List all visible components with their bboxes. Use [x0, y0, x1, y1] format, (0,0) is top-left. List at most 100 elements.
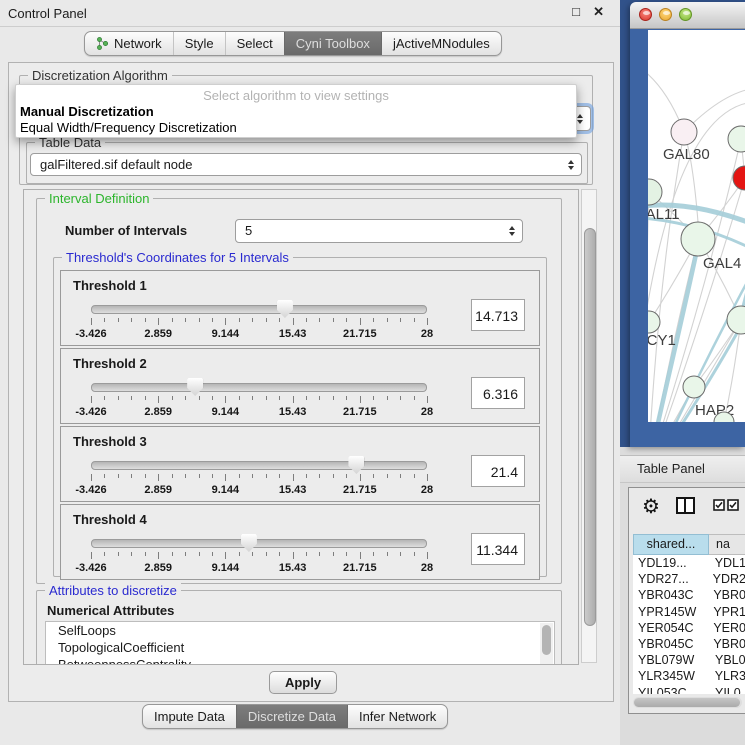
panel-scrollbar[interactable] [581, 189, 597, 663]
table-data-combobox[interactable]: galFiltered.sif default node [30, 153, 582, 176]
network-node[interactable] [683, 376, 705, 398]
tick-mark [131, 318, 132, 322]
slider-ticks [91, 552, 427, 560]
table-row[interactable]: YBR043CYBR0 [633, 587, 745, 603]
table-row[interactable]: YBL079WYBL0 [633, 652, 745, 668]
table-row[interactable]: YDR27...YDR2 [633, 571, 745, 587]
table-body[interactable]: YDL19...YDL1YDR27...YDR2YBR043CYBR0YPR14… [633, 555, 745, 694]
slider-handle[interactable] [277, 300, 293, 318]
tick-mark [373, 552, 374, 556]
tick-mark [293, 474, 294, 481]
network-node[interactable] [681, 222, 715, 256]
threshold-value-field[interactable]: 21.4 [471, 455, 525, 487]
tick-mark [387, 396, 388, 400]
show-column-checkbox-icon[interactable] [713, 499, 725, 511]
slider-track[interactable] [91, 383, 427, 392]
network-node[interactable] [671, 119, 697, 145]
slider-handle[interactable] [348, 456, 364, 474]
attributes-listbox[interactable]: SelfLoopsTopologicalCoefficientBetweenne… [45, 621, 555, 665]
attribute-list-item[interactable]: TopologicalCoefficient [46, 639, 554, 656]
tick-mark [400, 552, 401, 556]
close-traffic-light-icon[interactable] [639, 8, 652, 21]
tab-cyni-toolbox[interactable]: Cyni Toolbox [284, 32, 381, 55]
tick-label: 2.859 [144, 562, 172, 574]
threshold-slider[interactable]: -3.4262.8599.14415.4321.71528 [91, 455, 427, 499]
slider-handle[interactable] [241, 534, 257, 552]
network-node[interactable] [728, 126, 745, 152]
threshold-value-field[interactable]: 14.713 [471, 299, 525, 331]
tick-label: -3.426 [75, 562, 106, 574]
scrollbar-thumb[interactable] [584, 228, 596, 626]
thresholds-group: Threshold's Coordinates for 5 Intervals … [53, 257, 547, 577]
tab-discretize-data[interactable]: Discretize Data [236, 705, 347, 728]
close-window-icon[interactable]: ✕ [593, 4, 604, 20]
network-canvas[interactable]: GAL80GACGAL11GAL4GCY1HHAP2 [648, 30, 745, 422]
attribute-list-item[interactable]: SelfLoops [46, 622, 554, 639]
table-row[interactable]: YBR045CYBR0 [633, 636, 745, 652]
tab-label: Discretize Data [248, 709, 336, 724]
dropdown-option-manual[interactable]: Manual Discretization [20, 104, 154, 119]
slider-track[interactable] [91, 461, 427, 470]
network-node[interactable] [727, 306, 745, 334]
minimize-traffic-light-icon[interactable] [659, 8, 672, 21]
attributes-group-title: Attributes to discretize [45, 583, 181, 598]
tick-mark [279, 474, 280, 478]
slider-track[interactable] [91, 539, 427, 548]
table-row[interactable]: YDL19...YDL1 [633, 555, 745, 571]
threshold-panel: Threshold 2-3.4262.8599.14415.4321.71528… [60, 348, 540, 424]
threshold-slider[interactable]: -3.4262.8599.14415.4321.71528 [91, 377, 427, 421]
dropdown-option-equal-width[interactable]: Equal Width/Frequency Discretization [20, 120, 237, 135]
tab-style[interactable]: Style [173, 32, 225, 55]
tick-label: 9.144 [212, 562, 240, 574]
column-header-name[interactable]: na [709, 534, 745, 555]
threshold-slider[interactable]: -3.4262.8599.14415.4321.71528 [91, 533, 427, 577]
dropdown-placeholder-option[interactable]: Select algorithm to view settings [16, 88, 576, 103]
table-row[interactable]: YPR145WYPR1 [633, 604, 745, 620]
tick-label: 15.43 [279, 406, 307, 418]
threshold-value-field[interactable]: 6.316 [471, 377, 525, 409]
network-graph[interactable]: GAL80GACGAL11GAL4GCY1HHAP2 [648, 30, 745, 422]
zoom-traffic-light-icon[interactable] [679, 8, 692, 21]
table-row[interactable]: YIL053CYIL0 [633, 685, 745, 695]
hscrollbar-thumb[interactable] [634, 698, 740, 707]
tick-label: 28 [421, 328, 433, 340]
num-intervals-spinner[interactable]: 5 [235, 219, 523, 243]
tab-select[interactable]: Select [225, 32, 284, 55]
table-row[interactable]: YER054CYER0 [633, 620, 745, 636]
tab-infer-network[interactable]: Infer Network [347, 705, 447, 728]
tick-mark [279, 318, 280, 322]
tick-mark [252, 318, 253, 322]
split-columns-icon[interactable] [676, 497, 695, 514]
tick-mark [199, 552, 200, 556]
tick-label: 9.144 [212, 406, 240, 418]
tick-mark [293, 396, 294, 403]
tick-mark [118, 396, 119, 400]
attributes-scrollbar[interactable] [540, 623, 553, 665]
gear-icon[interactable]: ⚙ [642, 494, 660, 519]
slider-handle[interactable] [187, 378, 203, 396]
tab-jactivemnodules[interactable]: jActiveMNodules [381, 32, 501, 55]
threshold-panel: Threshold 1-3.4262.8599.14415.4321.71528… [60, 270, 540, 346]
slider-track[interactable] [91, 305, 427, 314]
tick-mark [293, 318, 294, 325]
column-header-shared-name[interactable]: shared... [633, 534, 709, 555]
float-window-icon[interactable]: □ [572, 4, 580, 19]
tick-mark [414, 552, 415, 556]
threshold-value-field[interactable]: 11.344 [471, 533, 525, 565]
network-node[interactable] [733, 166, 745, 190]
tick-mark [373, 474, 374, 478]
table-horizontal-scrollbar[interactable] [633, 697, 742, 708]
tab-impute-data[interactable]: Impute Data [143, 705, 236, 728]
show-column-checkbox-icon[interactable] [727, 499, 739, 511]
tick-mark [131, 396, 132, 400]
attribute-list-item[interactable]: BetweennessCentrality [46, 656, 554, 665]
threshold-slider[interactable]: -3.4262.8599.14415.4321.71528 [91, 299, 427, 343]
tab-label: jActiveMNodules [393, 36, 490, 51]
tab-network[interactable]: Network [85, 32, 173, 55]
tick-mark [427, 552, 428, 559]
apply-button[interactable]: Apply [269, 671, 337, 694]
table-row[interactable]: YLR345WYLR3 [633, 668, 745, 684]
slider-tick-labels: -3.4262.8599.14415.4321.71528 [91, 484, 427, 496]
tick-mark [252, 552, 253, 556]
tick-mark [266, 474, 267, 478]
